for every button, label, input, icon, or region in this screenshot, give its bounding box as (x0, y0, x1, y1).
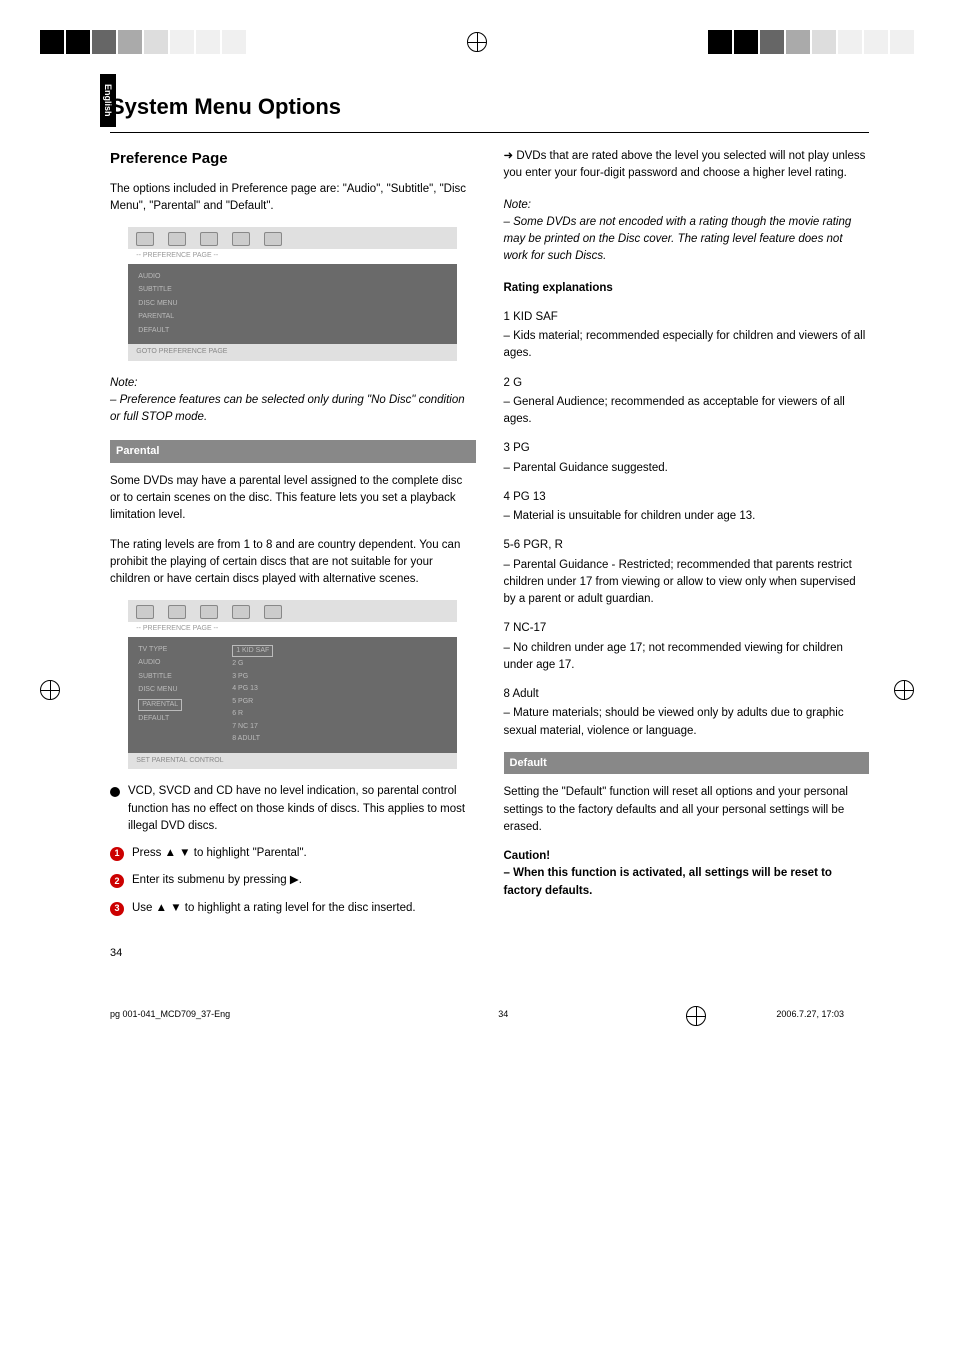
step-3-text: Use ▲ ▼ to highlight a rating level for … (132, 900, 416, 917)
rating-name: 3 PG (504, 440, 870, 457)
menu-tab-icon (136, 232, 154, 246)
menu-subitem: 4 PG 13 (232, 684, 273, 695)
rating-name: 8 Adult (504, 686, 870, 703)
step-number-1: 1 (110, 847, 124, 861)
menu-subitem: 2 G (232, 659, 273, 670)
arrow-result-text: ➜ DVDs that are rated above the level yo… (504, 148, 870, 183)
rating-name: 1 KID SAF (504, 309, 870, 326)
parental-text-2: The rating levels are from 1 to 8 and ar… (110, 537, 476, 589)
rating-desc: – No children under age 17; not recommen… (504, 640, 870, 675)
menu-subitem: 3 PG (232, 672, 273, 683)
note-label: Note: (110, 375, 476, 392)
menu-item: DEFAULT (138, 714, 182, 725)
menu-item: SUBTITLE (138, 672, 182, 683)
menu-item: DEFAULT (138, 326, 177, 337)
menu-item: DISC MENU (138, 299, 177, 310)
menu-item: PARENTAL (138, 312, 177, 323)
default-heading-bar: Default (504, 752, 870, 775)
menu-subitem: 6 R (232, 709, 273, 720)
parental-text-1: Some DVDs may have a parental level assi… (110, 473, 476, 525)
default-text: Setting the "Default" function will rese… (504, 784, 870, 836)
menu-tab-icon (264, 232, 282, 246)
menu-tab-icon (136, 605, 154, 619)
crosshair-right (894, 680, 914, 700)
step-number-2: 2 (110, 874, 124, 888)
step-number-3: 3 (110, 902, 124, 916)
parental-heading-bar: Parental (110, 440, 476, 463)
menu-tab-icon (264, 605, 282, 619)
footer-right: 2006.7.27, 17:03 (776, 1009, 844, 1019)
title-rule (110, 132, 869, 133)
crosshair-left (40, 680, 60, 700)
menu-subitem-selected: 1 KID SAF (232, 645, 273, 658)
language-tab: English (100, 74, 116, 127)
preference-intro: The options included in Preference page … (110, 181, 476, 216)
menu-subitem: 5 PGR (232, 697, 273, 708)
crosshair-top (467, 32, 487, 52)
note-text: – Preference features can be selected on… (110, 392, 476, 427)
menu-subitem: 7 NC 17 (232, 722, 273, 733)
menu-tab-icon (200, 232, 218, 246)
menu-tab-icon (232, 232, 250, 246)
page-number: 34 (110, 947, 869, 959)
rating-explanations-heading: Rating explanations (504, 280, 870, 297)
preference-screenshot-1: -- PREFERENCE PAGE -- AUDIO SUBTITLE DIS… (128, 227, 457, 361)
menu-item-selected: PARENTAL (138, 699, 182, 712)
preference-heading: Preference Page (110, 148, 476, 171)
step-2-text: Enter its submenu by pressing ▶. (132, 872, 302, 889)
menu-item: TV TYPE (138, 645, 182, 656)
menu-item: DISC MENU (138, 685, 182, 696)
rating-name: 2 G (504, 375, 870, 392)
rating-desc: – General Audience; recommended as accep… (504, 394, 870, 429)
menu-tab-icon (168, 232, 186, 246)
note-text-2: – Some DVDs are not encoded with a ratin… (504, 214, 870, 266)
marker-bar-left (40, 30, 246, 54)
rating-desc: – Mature materials; should be viewed onl… (504, 705, 870, 740)
menu-tab-icon (232, 605, 250, 619)
menu-footer: SET PARENTAL CONTROL (128, 753, 457, 770)
left-column: Preference Page The options included in … (110, 148, 476, 927)
crosshair-bottom (686, 1006, 706, 1026)
step-1-text: Press ▲ ▼ to highlight "Parental". (132, 845, 307, 862)
rating-name: 7 NC-17 (504, 620, 870, 637)
menu-footer: GOTO PREFERENCE PAGE (128, 344, 457, 361)
caution-text: – When this function is activated, all s… (504, 865, 870, 900)
footer-center: 34 (498, 1009, 508, 1019)
rating-name: 4 PG 13 (504, 489, 870, 506)
bullet-step-text: VCD, SVCD and CD have no level indicatio… (128, 783, 476, 835)
rating-name: 5-6 PGR, R (504, 537, 870, 554)
rating-desc: – Parental Guidance - Restricted; recomm… (504, 557, 870, 609)
menu-tab-icon (168, 605, 186, 619)
menu-tab-icon (200, 605, 218, 619)
note-label-2: Note: (504, 197, 870, 214)
bullet-icon (110, 787, 120, 797)
menu-banner: -- PREFERENCE PAGE -- (128, 249, 457, 264)
rating-desc: – Parental Guidance suggested. (504, 460, 870, 477)
registration-marks-top (0, 0, 954, 74)
rating-desc: – Material is unsuitable for children un… (504, 508, 870, 525)
right-column: ➜ DVDs that are rated above the level yo… (504, 148, 870, 927)
menu-banner: -- PREFERENCE PAGE -- (128, 622, 457, 637)
footer-meta: pg 001-041_MCD709_37-Eng 34 2006.7.27, 1… (0, 979, 954, 1039)
footer-left: pg 001-041_MCD709_37-Eng (110, 1009, 230, 1019)
caution-label: Caution! (504, 848, 870, 865)
rating-desc: – Kids material; recommended especially … (504, 328, 870, 363)
marker-bar-right (708, 30, 914, 54)
menu-item: AUDIO (138, 658, 182, 669)
menu-item: SUBTITLE (138, 285, 177, 296)
menu-subitem: 8 ADULT (232, 734, 273, 745)
preference-screenshot-2: -- PREFERENCE PAGE -- TV TYPE AUDIO SUBT… (128, 600, 457, 769)
menu-item: AUDIO (138, 272, 177, 283)
page-title: System Menu Options (110, 94, 869, 120)
